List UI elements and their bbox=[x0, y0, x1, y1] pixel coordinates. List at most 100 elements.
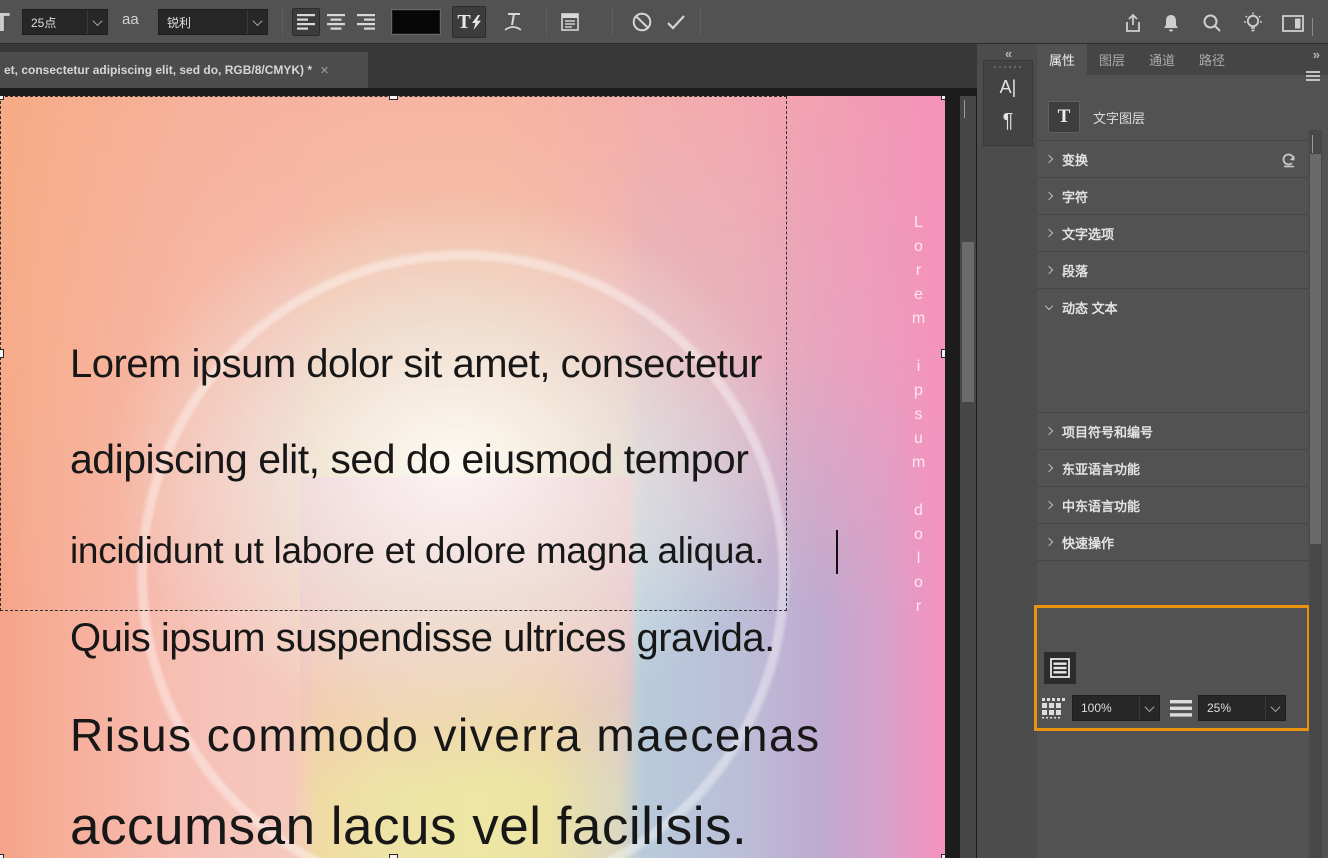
chevron-right-icon bbox=[1044, 500, 1054, 510]
chevron-right-icon bbox=[1044, 154, 1054, 164]
section-type-options[interactable]: 文字选项 bbox=[1037, 214, 1311, 251]
dynamic-text-leading-select[interactable]: 25% bbox=[1198, 695, 1286, 721]
section-label: 快速操作 bbox=[1062, 535, 1115, 551]
options-bar: T 25点 aa 锐利 T bbox=[0, 0, 1328, 44]
anti-alias-select[interactable]: 锐利 bbox=[158, 9, 268, 35]
transform-handle[interactable] bbox=[0, 96, 4, 100]
font-size-select[interactable]: 25点 bbox=[22, 9, 108, 35]
canvas-text-line: incididunt ut labore et dolore magna ali… bbox=[70, 530, 765, 571]
chevron-right-icon bbox=[1044, 463, 1054, 473]
canvas-text-line: adipiscing elit, sed do eiusmod tempor bbox=[70, 436, 749, 482]
section-label: 项目符号和编号 bbox=[1062, 424, 1154, 440]
section-paragraph[interactable]: 段落 bbox=[1037, 251, 1311, 288]
dynamic-text-toggle-button[interactable]: T bbox=[452, 6, 486, 38]
canvas[interactable]: Lorem ipsum dolor sit amet, consectetur … bbox=[0, 96, 945, 858]
panel-menu-icon[interactable] bbox=[1306, 71, 1320, 81]
transform-handle[interactable] bbox=[941, 854, 945, 858]
align-right-icon bbox=[357, 14, 375, 30]
discover-button[interactable] bbox=[1242, 12, 1264, 34]
document-tab[interactable]: et, consectetur adipiscing elit, sed do,… bbox=[0, 52, 368, 88]
chevron-down-icon[interactable] bbox=[247, 10, 267, 34]
align-center-icon bbox=[327, 14, 345, 30]
search-button[interactable] bbox=[1201, 12, 1223, 34]
section-label: 字符 bbox=[1062, 189, 1089, 205]
section-transform[interactable]: 变换 bbox=[1037, 140, 1311, 177]
leading-icon bbox=[1170, 700, 1192, 717]
chevron-down-icon[interactable] bbox=[1312, 18, 1313, 36]
document-area: Lorem ipsum dolor sit amet, consectetur … bbox=[0, 88, 990, 858]
vertical-text-layer: Lorem ipsum dolor bbox=[910, 214, 927, 622]
chevron-down-icon bbox=[1044, 301, 1054, 310]
panels-icon bbox=[561, 13, 579, 31]
chevron-down-icon[interactable] bbox=[1265, 696, 1285, 720]
warp-text-button[interactable] bbox=[496, 6, 530, 38]
tab-properties[interactable]: 属性 bbox=[1037, 44, 1088, 75]
type-letter-icon: T bbox=[457, 10, 471, 33]
scroll-up-icon[interactable] bbox=[1312, 135, 1313, 154]
tab-channels[interactable]: 通道 bbox=[1137, 44, 1187, 75]
chevron-down-icon[interactable] bbox=[87, 10, 107, 34]
close-tab-icon[interactable]: × bbox=[320, 62, 329, 79]
layer-type-label: 文字图层 bbox=[1093, 110, 1146, 126]
anti-alias-icon: aa bbox=[122, 11, 139, 28]
cancel-icon bbox=[632, 12, 652, 32]
align-left-button[interactable] bbox=[292, 8, 320, 36]
panel-vertical-scrollbar[interactable] bbox=[1309, 130, 1322, 858]
divider bbox=[700, 8, 701, 36]
chevron-right-icon bbox=[1044, 265, 1054, 275]
fill-with-placeholder-text-button[interactable] bbox=[1044, 652, 1076, 684]
word-count-icon bbox=[1042, 698, 1065, 719]
scrollbar-thumb[interactable] bbox=[1310, 154, 1321, 544]
properties-panel: » 属性 图层 通道 路径 T 文字图层 变换 字符 文字选项 段落 动态 文本… bbox=[1034, 44, 1328, 858]
scroll-up-icon[interactable] bbox=[964, 100, 965, 119]
section-dynamic-text[interactable]: 动态 文本 bbox=[1037, 288, 1311, 325]
transform-handle[interactable] bbox=[389, 96, 398, 100]
transform-handle[interactable] bbox=[0, 349, 4, 358]
align-right-button[interactable] bbox=[352, 8, 380, 36]
lightning-icon bbox=[471, 14, 481, 30]
dynamic-text-amount-select[interactable]: 100% bbox=[1072, 695, 1160, 721]
dynamic-text-body: 100% 25% bbox=[1037, 650, 1311, 738]
warp-text-icon bbox=[504, 13, 522, 31]
text-color-swatch[interactable] bbox=[391, 9, 441, 35]
transform-handle[interactable] bbox=[941, 96, 945, 100]
document-vertical-scrollbar[interactable] bbox=[960, 96, 976, 858]
chevron-down-icon[interactable] bbox=[1139, 696, 1159, 720]
tab-paths[interactable]: 路径 bbox=[1187, 44, 1237, 75]
section-bullets-numbering[interactable]: 项目符号和编号 bbox=[1037, 412, 1311, 449]
font-size-value: 25点 bbox=[31, 15, 57, 30]
section-label: 文字选项 bbox=[1062, 226, 1115, 242]
document-tab-title: et, consectetur adipiscing elit, sed do,… bbox=[4, 63, 313, 77]
canvas-text-line: Quis ipsum suspendisse ultrices gravida. bbox=[70, 616, 775, 660]
transform-handle[interactable] bbox=[0, 854, 4, 858]
notifications-button[interactable] bbox=[1160, 12, 1182, 34]
dynamic-text-leading-value: 25% bbox=[1207, 701, 1232, 715]
share-button[interactable] bbox=[1122, 12, 1144, 34]
section-label: 段落 bbox=[1062, 263, 1089, 279]
collapse-panels-icon[interactable]: « bbox=[1005, 46, 1012, 61]
lightbulb-icon bbox=[1244, 12, 1262, 32]
scrollbar-thumb[interactable] bbox=[962, 242, 974, 402]
section-character[interactable]: 字符 bbox=[1037, 177, 1311, 214]
section-east-asian[interactable]: 东亚语言功能 bbox=[1037, 449, 1311, 486]
dynamic-text-amount-value: 100% bbox=[1081, 701, 1112, 715]
divider bbox=[612, 8, 613, 36]
workspace-switcher-button[interactable] bbox=[1282, 12, 1304, 34]
text-layer-icon: T bbox=[1048, 101, 1080, 133]
chevron-right-icon bbox=[1044, 228, 1054, 238]
paragraph-panel-button[interactable]: ¶ bbox=[984, 104, 1032, 138]
share-icon bbox=[1126, 13, 1140, 32]
reset-transform-icon[interactable] bbox=[1280, 151, 1297, 168]
section-quick-actions[interactable]: 快速操作 bbox=[1037, 523, 1311, 561]
tab-layers[interactable]: 图层 bbox=[1087, 44, 1137, 75]
align-center-button[interactable] bbox=[322, 8, 350, 36]
character-panel-button[interactable]: A| bbox=[984, 70, 1032, 104]
toggle-panels-button[interactable] bbox=[556, 8, 584, 36]
section-middle-eastern[interactable]: 中东语言功能 bbox=[1037, 486, 1311, 523]
transform-handle[interactable] bbox=[389, 854, 398, 858]
expand-panels-icon[interactable]: » bbox=[1313, 47, 1320, 62]
commit-edit-button[interactable] bbox=[662, 8, 690, 36]
collapsed-panel-strip: « A| ¶ bbox=[977, 44, 1037, 858]
transform-handle[interactable] bbox=[941, 349, 945, 358]
cancel-edit-button[interactable] bbox=[628, 8, 656, 36]
